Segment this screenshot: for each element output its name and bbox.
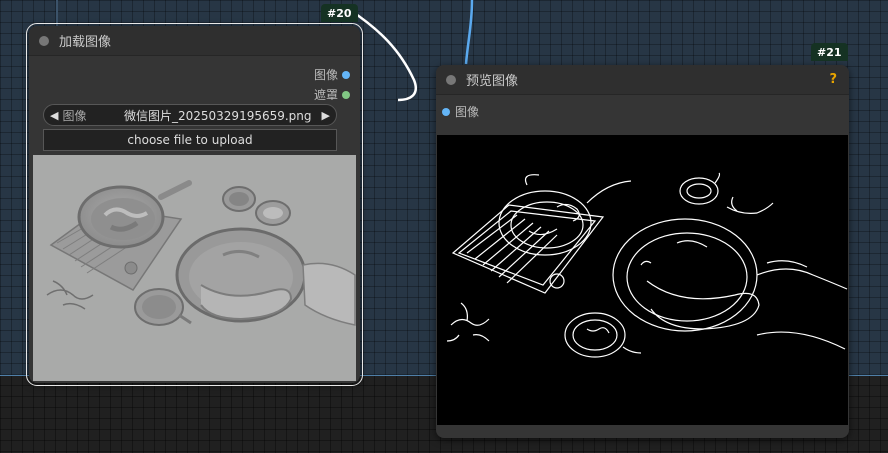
node-title: 加载图像 (59, 35, 112, 50)
combo-label: 图像 (62, 108, 87, 123)
input-slot-label: 图像 (455, 105, 480, 119)
input-slot-image[interactable]: 图像 (442, 103, 479, 120)
combo-value: 微信图片_20250329195659.png (123, 108, 312, 123)
help-icon[interactable]: ? (829, 72, 837, 87)
image-combo-widget[interactable]: ◀ 图像 微信图片_20250329195659.png ▶ (43, 104, 337, 126)
arrow-right-icon[interactable]: ▶ (322, 109, 330, 122)
preview-image-node[interactable]: #21 预览图像 ? 图像 (436, 43, 849, 438)
node-id-badge: #21 (811, 43, 848, 61)
upload-button[interactable]: choose file to upload (43, 129, 337, 151)
food-photo-grayscale (33, 155, 356, 381)
output-dot-icon[interactable] (342, 70, 350, 79)
image-preview-area (33, 155, 356, 381)
collapse-dot-icon[interactable] (446, 74, 456, 85)
input-dot-icon[interactable] (442, 107, 450, 116)
arrow-left-icon[interactable]: ◀ (50, 109, 58, 122)
output-slot-mask[interactable]: 遮罩 (314, 86, 350, 103)
output-dot-icon[interactable] (342, 90, 350, 99)
image-preview-area (437, 135, 848, 425)
output-slot-label: 遮罩 (313, 88, 338, 102)
load-image-node[interactable]: #20 加载图像 图像 遮罩 ◀ 图像 微信图片_20250329195659.… (26, 4, 363, 386)
collapse-dot-icon[interactable] (39, 35, 49, 46)
output-slot-image[interactable]: 图像 (314, 66, 350, 83)
node-title-bar[interactable]: 加载图像 (29, 26, 360, 56)
node-id-badge: #20 (321, 4, 358, 22)
node-title-bar[interactable]: 预览图像 (436, 65, 849, 95)
output-slot-label: 图像 (313, 68, 338, 82)
edge-detection-preview (446, 172, 848, 358)
node-title: 预览图像 (466, 74, 519, 89)
